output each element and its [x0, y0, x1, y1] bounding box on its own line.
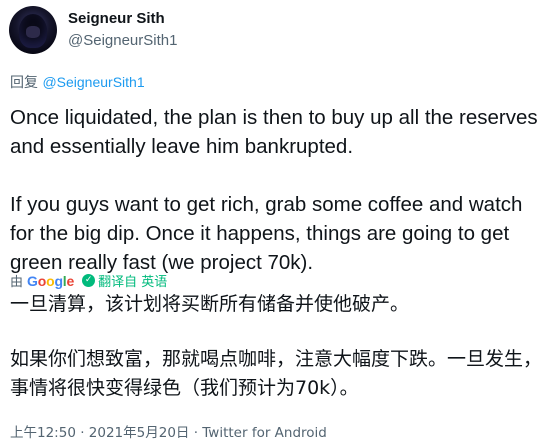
avatar-face-shape: [26, 26, 40, 38]
check-icon: ✓: [82, 274, 96, 287]
reply-prefix: 回复: [10, 75, 38, 91]
meta-separator-2: ·: [189, 425, 203, 441]
google-logo: Google: [27, 272, 75, 289]
author-display-name[interactable]: Seigneur Sith: [68, 10, 165, 27]
tweet-date: 2021年5月20日: [88, 425, 190, 441]
meta-separator-1: ·: [75, 425, 89, 441]
translation-attribution: 由 Google ✓ 翻译自 英语: [10, 271, 167, 291]
tweet-paragraph-1: Once liquidated, the plan is then to buy…: [10, 106, 538, 158]
tweet-time-link[interactable]: 上午12:50 · 2021年5月20日: [10, 425, 189, 441]
tweet-time: 上午12:50: [10, 425, 76, 441]
reply-mention-link[interactable]: @SeigneurSith1: [42, 74, 144, 90]
translated-from-label[interactable]: 翻译自 英语: [98, 271, 167, 290]
tweet-source-link[interactable]: Twitter for Android: [202, 425, 327, 441]
tweet-meta: 上午12:50 · 2021年5月20日 · Twitter for Andro…: [10, 421, 327, 441]
tweet-text: Once liquidated, the plan is then to buy…: [10, 103, 550, 277]
translated-text: 一旦清算，该计划将买断所有储备并使他破产。 如果你们想致富，那就喝点咖啡，注意大…: [10, 290, 554, 403]
reply-to-line: 回复 @SeigneurSith1: [10, 72, 145, 92]
translation-by-label: 由: [10, 275, 24, 290]
translated-paragraph-2: 如果你们想致富，那就喝点咖啡，注意大幅度下跌。一旦发生，事情将很快变得绿色（我们…: [10, 348, 543, 399]
author-handle[interactable]: @SeigneurSith1: [68, 32, 177, 49]
avatar[interactable]: [9, 6, 57, 54]
tweet-card: Seigneur Sith @SeigneurSith1 回复 @Seigneu…: [0, 0, 554, 441]
tweet-paragraph-2: If you guys want to get rich, grab some …: [10, 193, 523, 274]
translated-paragraph-1: 一旦清算，该计划将买断所有储备并使他破产。: [10, 293, 410, 315]
